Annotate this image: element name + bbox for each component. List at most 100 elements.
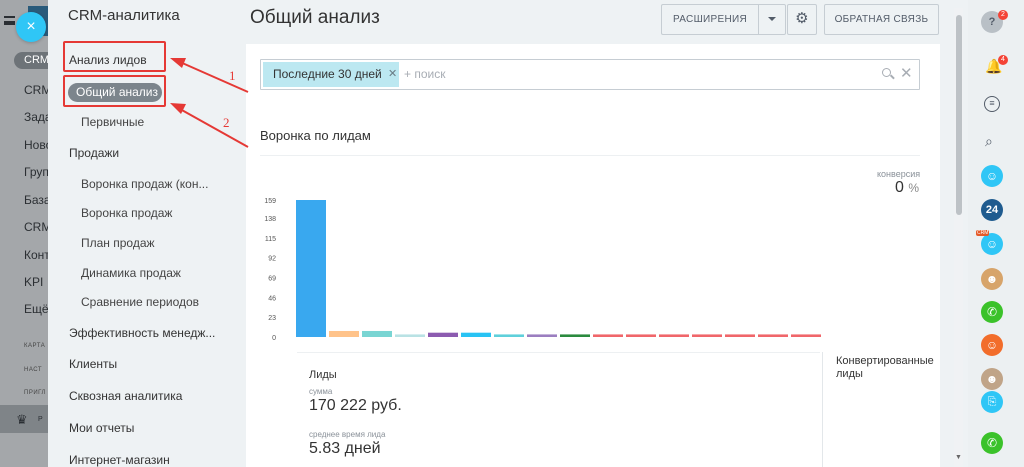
user-avatar-icon[interactable]: ☻ bbox=[981, 368, 1003, 390]
section-divider bbox=[260, 155, 920, 156]
y-tick-label: 0 bbox=[272, 335, 276, 342]
scrollbar-thumb[interactable] bbox=[956, 15, 962, 215]
background-menu-item: Ещё bbox=[24, 302, 48, 316]
group-avatar-icon[interactable]: ☻ bbox=[981, 268, 1003, 290]
sidebar-item-sales-funnel[interactable]: Воронка продаж bbox=[81, 206, 172, 220]
y-tick-label: 115 bbox=[265, 236, 276, 243]
funnel-bar[interactable] bbox=[692, 334, 722, 337]
search-icon[interactable] bbox=[882, 68, 891, 77]
converted-leads-label: Конвертированные лиды bbox=[836, 355, 934, 380]
sidebar-item-sales-dynamics[interactable]: Динамика продаж bbox=[81, 266, 181, 280]
background-section-label: НАСТ bbox=[24, 367, 43, 373]
user-avatar-icon[interactable]: ☺ bbox=[981, 334, 1003, 356]
annotation-highlight-box-1 bbox=[63, 41, 166, 72]
extensions-dropdown-button[interactable] bbox=[758, 4, 786, 35]
sidebar-item-clients[interactable]: Клиенты bbox=[69, 357, 117, 371]
sidebar-item-sales-funnel-conversion[interactable]: Воронка продаж (кон... bbox=[81, 177, 208, 191]
sidebar-item-primary[interactable]: Первичные bbox=[81, 115, 144, 129]
sidebar-item-period-comparison[interactable]: Сравнение периодов bbox=[81, 295, 199, 309]
y-tick-label: 46 bbox=[268, 295, 276, 302]
sidebar-item-manager-efficiency[interactable]: Эффективность менедж... bbox=[69, 326, 215, 340]
conversion-unit: % bbox=[908, 181, 920, 195]
document-share-icon[interactable]: ⎘ bbox=[981, 391, 1003, 413]
avg-time-label: среднее время лида bbox=[309, 430, 386, 439]
notifications-badge: 4 bbox=[998, 55, 1008, 65]
annotation-highlight-box-2 bbox=[63, 75, 166, 107]
scroll-down-arrow-icon[interactable]: ▼ bbox=[955, 454, 962, 461]
background-crm-badge: CRM bbox=[14, 52, 48, 69]
menu-icon bbox=[4, 16, 15, 25]
background-menu-item: Конт bbox=[24, 248, 48, 262]
funnel-bar[interactable] bbox=[527, 334, 557, 337]
phone-icon[interactable]: ✆ bbox=[981, 301, 1003, 323]
funnel-bar[interactable] bbox=[659, 334, 689, 337]
background-menu-item: CRM bbox=[24, 83, 48, 97]
page-title: Общий анализ bbox=[250, 7, 380, 28]
background-section-label: ПРИГЛ bbox=[24, 390, 46, 396]
background-page: CRM CRM Зада Ново Груп База CRM Конт KPI… bbox=[0, 0, 48, 467]
filter-chip-period[interactable]: Последние 30 дней bbox=[263, 62, 399, 87]
summary-divider bbox=[297, 352, 820, 353]
chevron-down-icon bbox=[768, 17, 776, 22]
leads-label: Лиды bbox=[309, 369, 337, 381]
funnel-bar[interactable] bbox=[428, 332, 458, 337]
funnel-bar[interactable] bbox=[296, 200, 326, 337]
funnel-bar[interactable] bbox=[626, 334, 656, 337]
y-tick-label: 159 bbox=[264, 198, 276, 205]
sidebar-item-end-to-end-analytics[interactable]: Сквозная аналитика bbox=[69, 389, 182, 403]
sum-value: 170 222 руб. bbox=[309, 397, 402, 414]
background-bottom-bar: ♛ Р bbox=[0, 405, 48, 433]
sidebar-title: CRM-аналитика bbox=[68, 7, 180, 24]
background-bottom-label: Р bbox=[38, 416, 43, 423]
gear-icon: ⚙ bbox=[795, 10, 809, 27]
background-menu-item: База bbox=[24, 193, 48, 207]
summary-vertical-divider bbox=[822, 352, 823, 467]
y-tick-label: 138 bbox=[264, 216, 276, 223]
help-badge: 2 bbox=[998, 10, 1008, 20]
settings-button[interactable]: ⚙ bbox=[787, 4, 817, 35]
bitrix24-app-icon[interactable]: 24 bbox=[981, 199, 1003, 221]
conversion-label: конверсия bbox=[877, 169, 921, 179]
feedback-button[interactable]: ОБРАТНАЯ СВЯЗЬ bbox=[824, 4, 939, 35]
funnel-bar[interactable] bbox=[395, 334, 425, 337]
funnel-bar[interactable] bbox=[494, 334, 524, 337]
lead-funnel-chart: 0 23 46 69 92 115 138 159 bbox=[264, 198, 821, 342]
funnel-bar[interactable] bbox=[593, 334, 623, 337]
conversion-value-wrap: 0 % bbox=[895, 179, 919, 197]
sidebar-item-my-reports[interactable]: Мои отчеты bbox=[69, 421, 134, 435]
funnel-bar[interactable] bbox=[362, 330, 392, 337]
conversion-value: 0 bbox=[895, 179, 904, 196]
funnel-bar[interactable] bbox=[461, 332, 491, 337]
funnel-bar[interactable] bbox=[725, 334, 755, 337]
background-menu-item: Груп bbox=[24, 165, 48, 179]
funnel-bar[interactable] bbox=[329, 330, 359, 337]
funnel-bar[interactable] bbox=[758, 334, 788, 337]
search-input[interactable]: + поиск bbox=[404, 67, 445, 81]
clear-filter-icon[interactable]: ✕ bbox=[900, 64, 913, 82]
background-menu-item: CRM bbox=[24, 220, 48, 234]
close-slider-button[interactable]: × bbox=[16, 12, 46, 42]
y-tick-label: 92 bbox=[268, 256, 276, 263]
background-menu-item: KPI bbox=[24, 275, 44, 289]
search-icon[interactable]: ⌕ bbox=[985, 133, 993, 150]
sidebar-item-sales[interactable]: Продажи bbox=[69, 146, 119, 160]
funnel-bar[interactable] bbox=[791, 334, 821, 337]
background-menu-item: Ново bbox=[24, 138, 48, 152]
chip-remove-icon[interactable]: ✕ bbox=[388, 67, 397, 80]
chat-icon[interactable]: ≡ bbox=[984, 96, 1000, 112]
user-timer-icon[interactable]: ☺ bbox=[981, 165, 1003, 187]
sidebar-item-online-store[interactable]: Интернет-магазин bbox=[69, 453, 170, 467]
avg-time-value: 5.83 дней bbox=[309, 440, 381, 457]
sidebar-item-sales-plan[interactable]: План продаж bbox=[81, 236, 155, 250]
crown-icon: ♛ bbox=[16, 412, 28, 427]
y-tick-label: 69 bbox=[268, 276, 276, 283]
crm-contacts-icon[interactable]: ☺ bbox=[981, 233, 1003, 255]
crm-tag: CRM bbox=[976, 230, 990, 236]
sum-label: сумма bbox=[309, 387, 333, 396]
phone-call-icon[interactable]: ✆ bbox=[981, 432, 1003, 454]
background-section-label: КАРТА bbox=[24, 343, 46, 349]
funnel-title: Воронка по лидам bbox=[260, 128, 371, 143]
extensions-button[interactable]: РАСШИРЕНИЯ bbox=[661, 4, 758, 35]
funnel-bar[interactable] bbox=[560, 334, 590, 337]
background-menu-item: Зада bbox=[24, 110, 48, 124]
